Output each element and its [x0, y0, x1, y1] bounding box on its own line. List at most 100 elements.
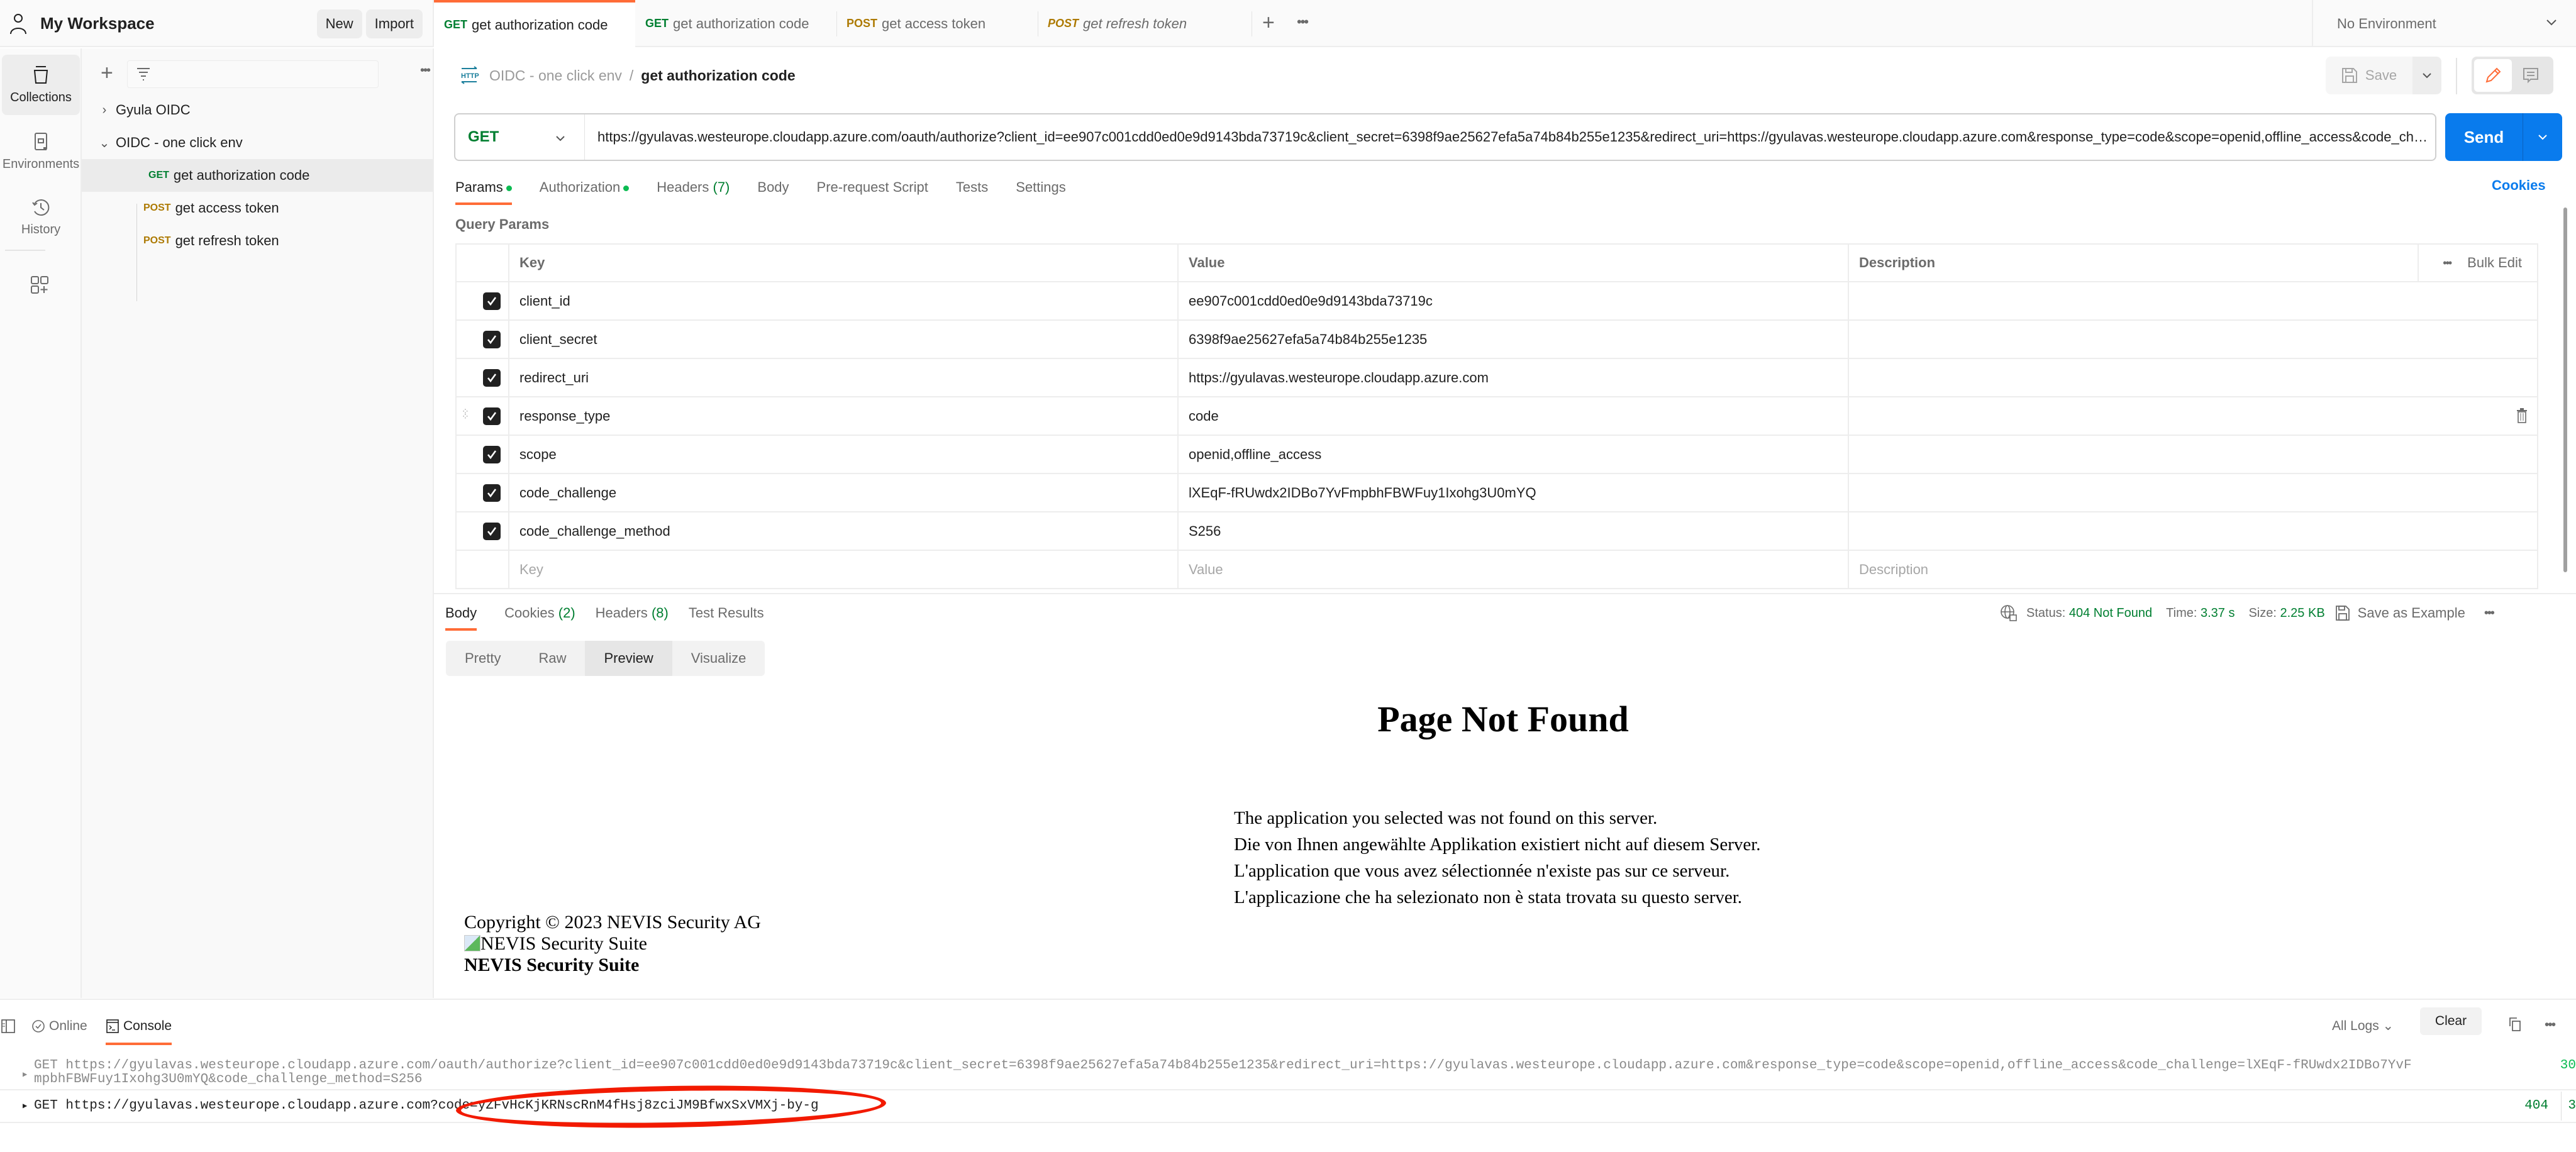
configure-workbench-icon[interactable]	[30, 275, 49, 297]
param-description[interactable]	[1848, 321, 2538, 358]
param-key[interactable]: code_challenge_method	[508, 512, 1177, 550]
sidebar-item-environments[interactable]: Environments	[2, 121, 80, 182]
param-description[interactable]	[1848, 474, 2538, 511]
breadcrumb-request[interactable]: get authorization code	[641, 67, 795, 84]
tab-test-results[interactable]: Test Results	[689, 602, 764, 633]
tab-more-icon[interactable]: •••	[1297, 14, 1309, 30]
edit-mode-button[interactable]	[2474, 59, 2512, 92]
response-divider[interactable]	[434, 593, 2576, 594]
tab-pre-request-script[interactable]: Pre-request Script	[817, 176, 928, 208]
method-select[interactable]: GET	[455, 114, 585, 160]
send-options-button[interactable]	[2523, 131, 2562, 143]
response-more-icon[interactable]: •••	[2484, 606, 2495, 621]
enable-checkbox[interactable]	[483, 522, 501, 540]
sidebar-item-collections[interactable]: Collections	[2, 55, 80, 115]
more-icon[interactable]: •••	[2443, 257, 2452, 270]
new-key-input[interactable]: Key	[508, 551, 1177, 588]
console-divider[interactable]	[0, 999, 2576, 1000]
enable-checkbox[interactable]	[483, 368, 501, 387]
new-tab-plus-icon[interactable]: +	[1252, 11, 1275, 36]
url-input[interactable]: https://gyulavas.westeurope.cloudapp.azu…	[585, 129, 2435, 145]
tab-get-access-token[interactable]: POST get access token	[836, 0, 1038, 47]
filter-input[interactable]	[127, 60, 379, 88]
enable-checkbox[interactable]	[483, 407, 501, 425]
save-as-example-button[interactable]: Save as Example	[2335, 605, 2465, 621]
import-button[interactable]: Import	[365, 9, 423, 38]
collection-oidc-one-click-env[interactable]: ⌄ OIDC - one click env	[82, 126, 433, 159]
view-raw[interactable]: Raw	[519, 641, 585, 676]
param-value[interactable]: ee907c001cdd0ed0e9d9143bda73719c	[1177, 282, 1848, 319]
console-more-icon[interactable]: •••	[2545, 1017, 2556, 1033]
tab-response-body[interactable]: Body	[445, 602, 477, 633]
log-filter-select[interactable]: All Logs ⌄	[2332, 1014, 2394, 1039]
copy-icon[interactable]	[2508, 1016, 2522, 1036]
param-value[interactable]: code	[1177, 397, 1848, 435]
param-description[interactable]	[1848, 359, 2538, 396]
view-preview[interactable]: Preview	[585, 641, 672, 676]
param-description[interactable]	[1848, 512, 2538, 550]
tree-request-get-authorization-code[interactable]: GET get authorization code	[82, 159, 433, 192]
view-pretty[interactable]: Pretty	[446, 641, 519, 676]
size-value[interactable]: 2.25 KB	[2280, 606, 2325, 621]
save-options-button[interactable]	[2412, 57, 2441, 94]
tab-authorization[interactable]: Authorization	[540, 176, 630, 208]
save-button[interactable]: Save	[2326, 57, 2412, 94]
tab-get-authorization-code-active[interactable]: GET get authorization code	[434, 0, 635, 47]
param-value[interactable]: S256	[1177, 512, 1848, 550]
console-log-entry[interactable]: ▶ GET https://gyulavas.westeurope.clouda…	[0, 1056, 2576, 1090]
param-description[interactable]	[1848, 436, 2538, 473]
network-globe-icon[interactable]	[2000, 604, 2018, 622]
workspace-title[interactable]: My Workspace	[40, 14, 317, 33]
param-key[interactable]: response_type	[508, 397, 1177, 435]
param-value[interactable]: https://gyulavas.westeurope.cloudapp.azu…	[1177, 359, 1848, 396]
tab-body[interactable]: Body	[757, 176, 789, 208]
param-key[interactable]: code_challenge	[508, 474, 1177, 511]
enable-checkbox[interactable]	[483, 330, 501, 348]
new-button[interactable]: New	[316, 9, 362, 38]
enable-checkbox[interactable]	[483, 445, 501, 463]
param-key[interactable]: scope	[508, 436, 1177, 473]
console-log-entry[interactable]: ▶ GET https://gyulavas.westeurope.clouda…	[0, 1092, 2576, 1123]
param-key[interactable]: client_id	[508, 282, 1177, 319]
breadcrumb-collection[interactable]: OIDC - one click env	[489, 67, 622, 84]
param-value[interactable]: lXEqF-fRUwdx2IDBo7YvFmpbhFBWFuy1Ixohg3U0…	[1177, 474, 1848, 511]
param-value[interactable]: 6398f9ae25627efa5a74b84b255e1235	[1177, 321, 1848, 358]
console-tab[interactable]: Console	[106, 1014, 172, 1045]
new-value-input[interactable]: Value	[1177, 551, 1848, 588]
drag-handle-icon[interactable]: ⁘ ⁘	[462, 407, 470, 421]
view-visualize[interactable]: Visualize	[672, 641, 765, 676]
param-key[interactable]: redirect_uri	[508, 359, 1177, 396]
status-value[interactable]: 404 Not Found	[2069, 606, 2152, 621]
sidebar-item-history[interactable]: History	[2, 187, 80, 247]
expand-triangle-icon[interactable]: ▶	[23, 1092, 27, 1121]
tab-response-headers[interactable]: Headers (8)	[596, 602, 669, 633]
tab-headers[interactable]: Headers (7)	[657, 176, 730, 208]
time-value[interactable]: 3.37 s	[2201, 606, 2235, 621]
enable-checkbox[interactable]	[483, 292, 501, 310]
params-scrollbar[interactable]	[2563, 208, 2567, 572]
enable-checkbox[interactable]	[483, 484, 501, 502]
collection-gyula-oidc[interactable]: › Gyula OIDC	[82, 94, 433, 126]
param-key[interactable]: client_secret	[508, 321, 1177, 358]
tab-settings[interactable]: Settings	[1016, 176, 1066, 208]
cookies-link[interactable]: Cookies	[2492, 177, 2546, 194]
add-collection-plus-icon[interactable]: +	[101, 58, 113, 87]
param-value[interactable]: openid,offline_access	[1177, 436, 1848, 473]
tree-request-get-refresh-token[interactable]: POST get refresh token	[82, 224, 433, 257]
tab-get-authorization-code[interactable]: GET get authorization code	[635, 0, 836, 47]
online-status[interactable]: Online	[31, 1014, 87, 1039]
clear-console-button[interactable]: Clear	[2420, 1007, 2482, 1035]
tree-more-icon[interactable]: •••	[420, 64, 431, 78]
tab-response-cookies[interactable]: Cookies (2)	[504, 602, 575, 633]
trash-icon[interactable]	[2516, 407, 2528, 424]
tab-get-refresh-token[interactable]: POST get refresh token	[1038, 0, 1239, 47]
environment-selector[interactable]: No Environment	[2312, 0, 2576, 47]
send-button[interactable]: Send	[2445, 113, 2562, 161]
tree-request-get-access-token[interactable]: POST get access token	[82, 192, 433, 224]
bulk-edit-button[interactable]: ••• Bulk Edit	[2418, 245, 2537, 281]
tab-params[interactable]: Params	[455, 176, 512, 208]
param-description[interactable]	[1848, 397, 2538, 435]
new-description-input[interactable]: Description	[1848, 551, 2538, 588]
param-description[interactable]	[1848, 282, 2538, 319]
toggle-sidebar-icon[interactable]	[1, 1014, 15, 1039]
